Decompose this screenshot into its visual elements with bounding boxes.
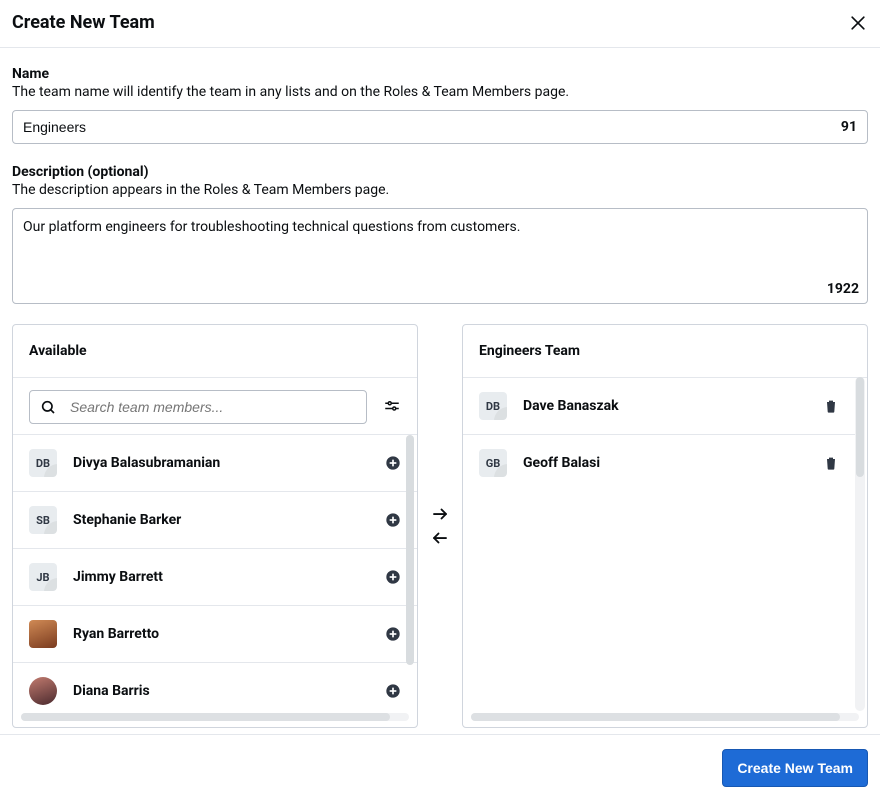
description-label: Description (optional)	[12, 164, 868, 180]
available-member-row[interactable]: DB Divya Balasubramanian	[13, 435, 417, 492]
dialog-header: Create New Team	[0, 0, 880, 48]
arrow-right-icon[interactable]	[431, 505, 449, 523]
avatar: DB	[29, 449, 57, 477]
member-name: Dave Banaszak	[523, 398, 807, 414]
available-member-row[interactable]: SB Stephanie Barker	[13, 492, 417, 549]
vertical-scrollbar[interactable]	[405, 435, 415, 711]
avatar: SB	[29, 506, 57, 534]
add-icon[interactable]	[385, 626, 401, 642]
close-icon[interactable]	[848, 13, 868, 33]
create-team-button[interactable]: Create New Team	[722, 749, 868, 787]
member-name: Jimmy Barrett	[73, 569, 369, 585]
description-wrap[interactable]: 1922	[12, 208, 868, 304]
trash-icon[interactable]	[823, 455, 839, 471]
horizontal-scrollbar[interactable]	[21, 713, 409, 721]
name-help: The team name will identify the team in …	[12, 84, 868, 100]
vertical-scrollbar[interactable]	[855, 377, 865, 711]
team-header: Engineers Team	[463, 325, 867, 378]
search-icon	[40, 399, 56, 415]
arrow-left-icon[interactable]	[431, 529, 449, 547]
member-name: Stephanie Barker	[73, 512, 369, 528]
search-box[interactable]	[29, 390, 367, 424]
name-counter: 91	[833, 119, 857, 135]
add-icon[interactable]	[385, 455, 401, 471]
dialog-body: Name The team name will identify the tea…	[0, 48, 880, 734]
transfer-arrows	[430, 505, 450, 547]
team-member-row[interactable]: GB Geoff Balasi	[463, 435, 855, 491]
search-row	[13, 378, 417, 435]
member-name: Divya Balasubramanian	[73, 455, 369, 471]
available-panel: Available	[12, 324, 418, 728]
horizontal-scrollbar[interactable]	[471, 713, 859, 721]
available-list: DB Divya Balasubramanian SB Stephanie Ba…	[13, 435, 417, 707]
dialog-title: Create New Team	[12, 12, 155, 33]
available-member-row[interactable]: JB Jimmy Barrett	[13, 549, 417, 606]
member-name: Geoff Balasi	[523, 455, 807, 471]
name-input[interactable]	[23, 119, 833, 135]
avatar: GB	[479, 449, 507, 477]
team-list: DB Dave Banaszak GB Geoff Balasi	[463, 378, 867, 707]
team-member-row[interactable]: DB Dave Banaszak	[463, 378, 855, 435]
trash-icon[interactable]	[823, 398, 839, 414]
avatar	[29, 620, 57, 648]
description-input[interactable]	[23, 219, 857, 271]
available-header: Available	[13, 325, 417, 378]
description-counter: 1922	[827, 281, 859, 297]
avatar: DB	[479, 392, 507, 420]
member-name: Diana Barris	[73, 683, 369, 699]
avatar: JB	[29, 563, 57, 591]
member-name: Ryan Barretto	[73, 626, 369, 642]
add-icon[interactable]	[385, 569, 401, 585]
dual-list: Available	[12, 324, 868, 728]
avatar	[29, 677, 57, 705]
name-input-wrap[interactable]: 91	[12, 110, 868, 144]
name-label: Name	[12, 66, 868, 82]
team-panel: Engineers Team DB Dave Banaszak GB Geoff…	[462, 324, 868, 728]
add-icon[interactable]	[385, 683, 401, 699]
available-member-row[interactable]: Ryan Barretto	[13, 606, 417, 663]
filter-icon[interactable]	[383, 398, 401, 416]
dialog-footer: Create New Team	[0, 734, 880, 805]
add-icon[interactable]	[385, 512, 401, 528]
search-input[interactable]	[70, 399, 356, 415]
available-member-row[interactable]: Diana Barris	[13, 663, 417, 707]
description-help: The description appears in the Roles & T…	[12, 182, 868, 198]
